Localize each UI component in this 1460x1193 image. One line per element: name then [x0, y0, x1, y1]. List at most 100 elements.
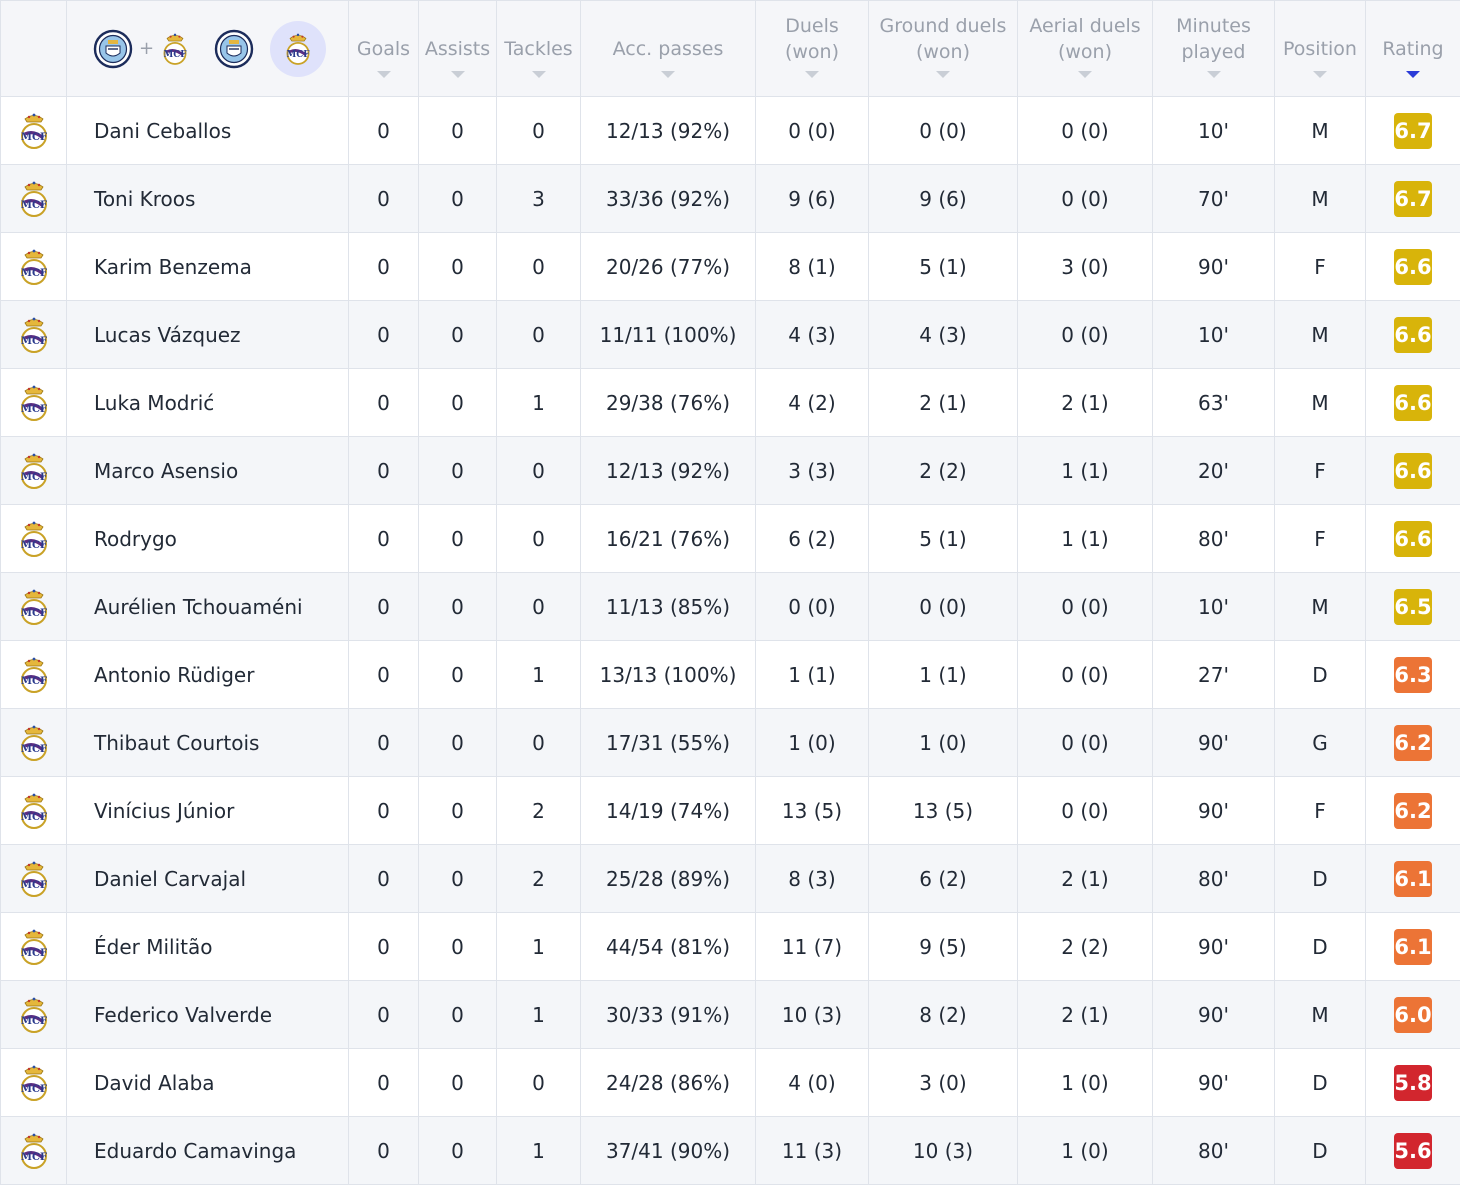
cell-position: D [1274, 640, 1366, 709]
player-name[interactable]: Dani Ceballos [66, 96, 349, 165]
player-name[interactable]: Antonio Rüdiger [66, 640, 349, 709]
column-header-duels[interactable]: Duels (won) [755, 0, 869, 97]
cell-position: D [1274, 844, 1366, 913]
table-row[interactable]: Éder Militão 0 0 1 44/54 (81%) 11 (7) 9 (5) 2 (… [0, 912, 1460, 981]
column-header-position[interactable]: Position [1274, 0, 1366, 97]
cell-aerial-duels: 1 (0) [1017, 1048, 1153, 1117]
cell-aerial-duels: 3 (0) [1017, 232, 1153, 301]
table-row[interactable]: Karim Benzema 0 0 0 20/26 (77%) 8 (1) 5 (1) 3 (… [0, 232, 1460, 301]
cell-tackles: 2 [496, 844, 581, 913]
cell-minutes: 90' [1152, 708, 1275, 777]
cell-rating: 6.3 [1365, 640, 1460, 709]
column-header-ground-duels[interactable]: Ground duels (won) [868, 0, 1018, 97]
player-name[interactable]: Eduardo Camavinga [66, 1116, 349, 1185]
cell-acc-passes: 29/38 (76%) [580, 368, 756, 437]
cell-rating: 6.6 [1365, 368, 1460, 437]
cell-position: F [1274, 504, 1366, 573]
table-row[interactable]: Lucas Vázquez 0 0 0 11/11 (100%) 4 (3) 4 (3) 0 … [0, 300, 1460, 369]
player-name[interactable]: Éder Militão [66, 912, 349, 981]
table-row[interactable]: Antonio Rüdiger 0 0 1 13/13 (100%) 1 (1) 1 (1)… [0, 640, 1460, 709]
cell-tackles: 1 [496, 1116, 581, 1185]
cell-duels: 3 (3) [755, 436, 869, 505]
player-name[interactable]: Marco Asensio [66, 436, 349, 505]
cell-aerial-duels: 0 (0) [1017, 640, 1153, 709]
cell-rating: 6.2 [1365, 776, 1460, 845]
cell-tackles: 1 [496, 912, 581, 981]
column-header-rating[interactable]: Rating [1365, 0, 1460, 97]
cell-acc-passes: 13/13 (100%) [580, 640, 756, 709]
player-name[interactable]: Toni Kroos [66, 164, 349, 233]
table-row[interactable]: Rodrygo 0 0 0 16/21 (76%) 6 (2) 5 (1) 1 (1) 80' F… [0, 504, 1460, 573]
team-toggle-away[interactable] [270, 20, 327, 77]
cell-duels: 11 (7) [755, 912, 869, 981]
real-madrid-crest-icon [17, 179, 51, 219]
column-header-assists[interactable]: Assists [418, 0, 497, 97]
team-toggle-both[interactable]: + [85, 21, 198, 77]
rating-badge: 6.2 [1394, 724, 1432, 761]
cell-assists: 0 [418, 844, 497, 913]
team-crest-cell [0, 164, 67, 233]
cell-tackles: 0 [496, 504, 581, 573]
table-row[interactable]: Dani Ceballos 0 0 0 12/13 (92%) 0 (0) 0 (0) 0 (… [0, 96, 1460, 165]
table-row[interactable]: Aurélien Tchouaméni 0 0 0 11/13 (85%) 0 (0) 0 … [0, 572, 1460, 641]
cell-aerial-duels: 0 (0) [1017, 164, 1153, 233]
cell-acc-passes: 44/54 (81%) [580, 912, 756, 981]
sort-caret-icon [936, 71, 950, 78]
rating-badge: 6.3 [1394, 656, 1432, 693]
cell-duels: 4 (3) [755, 300, 869, 369]
man-city-crest-icon [214, 29, 254, 69]
player-name[interactable]: Daniel Carvajal [66, 844, 349, 913]
team-crest-cell [0, 640, 67, 709]
cell-goals: 0 [348, 912, 419, 981]
cell-rating: 6.2 [1365, 708, 1460, 777]
column-header-goals[interactable]: Goals [348, 0, 419, 97]
rating-badge: 6.7 [1394, 180, 1432, 217]
real-madrid-crest-icon [17, 995, 51, 1035]
table-row[interactable]: Eduardo Camavinga 0 0 1 37/41 (90%) 11 (3) 10 … [0, 1116, 1460, 1185]
cell-aerial-duels: 0 (0) [1017, 572, 1153, 641]
cell-aerial-duels: 0 (0) [1017, 96, 1153, 165]
cell-assists: 0 [418, 912, 497, 981]
cell-goals: 0 [348, 1116, 419, 1185]
column-header-acc-passes[interactable]: Acc. passes [580, 0, 756, 97]
table-row[interactable]: Thibaut Courtois 0 0 0 17/31 (55%) 1 (0) 1 (0)… [0, 708, 1460, 777]
table-row[interactable]: Marco Asensio 0 0 0 12/13 (92%) 3 (3) 2 (2) 1 (… [0, 436, 1460, 505]
player-name[interactable]: Thibaut Courtois [66, 708, 349, 777]
cell-goals: 0 [348, 776, 419, 845]
player-name[interactable]: Lucas Vázquez [66, 300, 349, 369]
player-name[interactable]: Rodrygo [66, 504, 349, 573]
cell-minutes: 70' [1152, 164, 1275, 233]
rating-badge: 6.5 [1394, 588, 1432, 625]
cell-duels: 4 (2) [755, 368, 869, 437]
cell-rating: 6.6 [1365, 436, 1460, 505]
player-name[interactable]: Luka Modrić [66, 368, 349, 437]
table-row[interactable]: Daniel Carvajal 0 0 2 25/28 (89%) 8 (3) 6 (2) 2… [0, 844, 1460, 913]
table-row[interactable]: David Alaba 0 0 0 24/28 (86%) 4 (0) 3 (0) 1 (0)… [0, 1048, 1460, 1117]
player-name[interactable]: Aurélien Tchouaméni [66, 572, 349, 641]
cell-acc-passes: 14/19 (74%) [580, 776, 756, 845]
sort-caret-icon [1206, 71, 1221, 78]
table-row[interactable]: Toni Kroos 0 0 3 33/36 (92%) 9 (6) 9 (6) 0 (0) 7… [0, 164, 1460, 233]
player-name[interactable]: Karim Benzema [66, 232, 349, 301]
player-name[interactable]: David Alaba [66, 1048, 349, 1117]
column-header-minutes[interactable]: Minutes played [1152, 0, 1275, 97]
column-header-aerial-duels[interactable]: Aerial duels (won) [1017, 0, 1153, 97]
plus-sign: + [139, 37, 155, 59]
cell-position: F [1274, 776, 1366, 845]
table-row[interactable]: Vinícius Júnior 0 0 2 14/19 (74%) 13 (5) 13 (5… [0, 776, 1460, 845]
cell-aerial-duels: 2 (2) [1017, 912, 1153, 981]
cell-duels: 1 (0) [755, 708, 869, 777]
cell-ground-duels: 0 (0) [868, 572, 1018, 641]
player-name[interactable]: Federico Valverde [66, 980, 349, 1049]
cell-tackles: 3 [496, 164, 581, 233]
player-name[interactable]: Vinícius Júnior [66, 776, 349, 845]
cell-duels: 4 (0) [755, 1048, 869, 1117]
team-toggle-home[interactable] [206, 21, 262, 77]
column-header-tackles[interactable]: Tackles [496, 0, 581, 97]
real-madrid-crest-icon [17, 723, 51, 763]
cell-aerial-duels: 1 (0) [1017, 1116, 1153, 1185]
table-row[interactable]: Federico Valverde 0 0 1 30/33 (91%) 10 (3) 8 (… [0, 980, 1460, 1049]
table-row[interactable]: Luka Modrić 0 0 1 29/38 (76%) 4 (2) 2 (1) 2 (1)… [0, 368, 1460, 437]
header-corner [0, 0, 67, 97]
cell-ground-duels: 10 (3) [868, 1116, 1018, 1185]
